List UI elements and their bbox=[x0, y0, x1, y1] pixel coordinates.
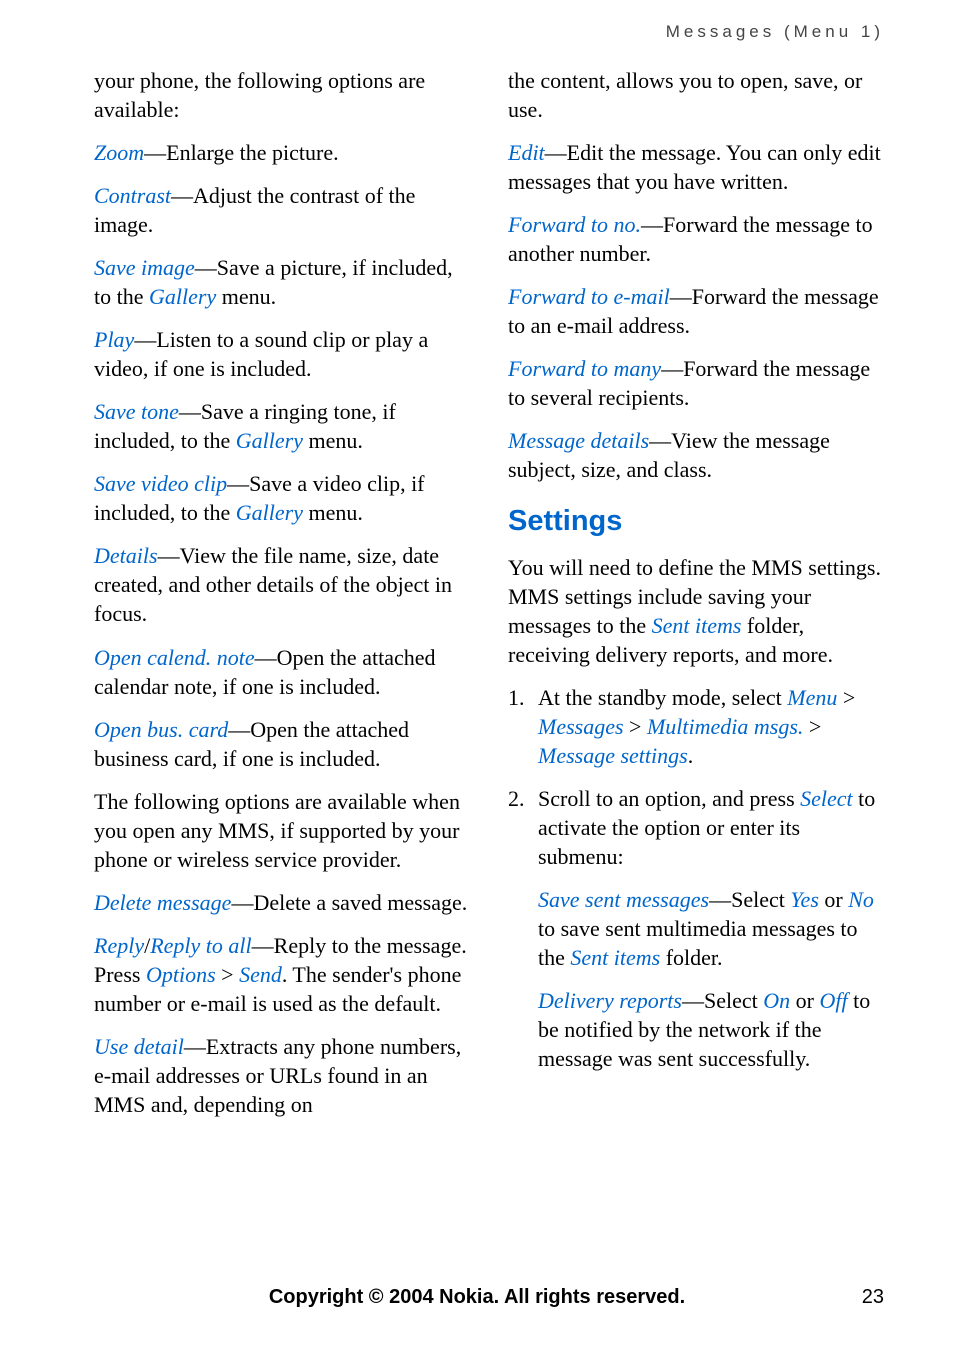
item-save-sent-messages: Save sent messages—Select Yes or No to s… bbox=[508, 885, 884, 972]
term-message-settings: Message settings bbox=[538, 743, 688, 768]
item-message-details: Message details—View the message subject… bbox=[508, 426, 884, 484]
term-open-bus-card: Open bus. card bbox=[94, 717, 228, 742]
term-open-calend-note: Open calend. note bbox=[94, 645, 255, 670]
term-use-detail: Use detail bbox=[94, 1034, 184, 1059]
item-save-tone: Save tone—Save a ringing tone, if includ… bbox=[94, 397, 470, 455]
item-save-image: Save image—Save a picture, if included, … bbox=[94, 253, 470, 311]
step-2: 2.Scroll to an option, and press Select … bbox=[508, 784, 884, 871]
intro-text: your phone, the following options are av… bbox=[94, 66, 470, 124]
term-options: Options bbox=[146, 962, 216, 987]
right-column: the content, allows you to open, save, o… bbox=[508, 66, 884, 1133]
term-messages: Messages bbox=[538, 714, 624, 739]
term-play: Play bbox=[94, 327, 134, 352]
term-gallery: Gallery bbox=[236, 500, 303, 525]
page-header: Messages (Menu 1) bbox=[94, 22, 884, 42]
following-options: The following options are available when… bbox=[94, 787, 470, 874]
term-delete-message: Delete message bbox=[94, 890, 231, 915]
term-reply: Reply bbox=[94, 933, 144, 958]
term-off: Off bbox=[819, 988, 847, 1013]
term-details: Details bbox=[94, 543, 158, 568]
term-gallery: Gallery bbox=[149, 284, 216, 309]
item-forward-to-many: Forward to many—Forward the message to s… bbox=[508, 354, 884, 412]
term-edit: Edit bbox=[508, 140, 545, 165]
term-send: Send bbox=[239, 962, 282, 987]
item-details: Details—View the file name, size, date c… bbox=[94, 541, 470, 628]
item-open-bus-card: Open bus. card—Open the attached busines… bbox=[94, 715, 470, 773]
item-use-detail: Use detail—Extracts any phone numbers, e… bbox=[94, 1032, 470, 1119]
item-delivery-reports: Delivery reports—Select On or Off to be … bbox=[508, 986, 884, 1073]
term-reply-to-all: Reply to all bbox=[150, 933, 251, 958]
item-reply: Reply/Reply to all—Reply to the message.… bbox=[94, 931, 470, 1018]
term-no: No bbox=[848, 887, 874, 912]
term-menu: Menu bbox=[787, 685, 837, 710]
term-zoom: Zoom bbox=[94, 140, 144, 165]
settings-heading: Settings bbox=[508, 502, 884, 540]
term-yes: Yes bbox=[790, 887, 819, 912]
term-save-tone: Save tone bbox=[94, 399, 179, 424]
item-forward-to-no: Forward to no.—Forward the message to an… bbox=[508, 210, 884, 268]
term-multimedia-msgs: Multimedia msgs. bbox=[647, 714, 803, 739]
term-contrast: Contrast bbox=[94, 183, 171, 208]
term-save-video-clip: Save video clip bbox=[94, 471, 227, 496]
term-sent-items: Sent items bbox=[570, 945, 660, 970]
copyright-footer: Copyright © 2004 Nokia. All rights reser… bbox=[0, 1286, 954, 1309]
settings-intro: You will need to define the MMS settings… bbox=[508, 553, 884, 669]
term-message-details: Message details bbox=[508, 428, 649, 453]
item-zoom: Zoom—Enlarge the picture. bbox=[94, 138, 470, 167]
item-save-video: Save video clip—Save a video clip, if in… bbox=[94, 469, 470, 527]
term-select: Select bbox=[800, 786, 853, 811]
term-sent-items: Sent items bbox=[652, 613, 742, 638]
term-forward-to-many: Forward to many bbox=[508, 356, 661, 381]
item-forward-to-email: Forward to e-mail—Forward the message to… bbox=[508, 282, 884, 340]
item-delete-message: Delete message—Delete a saved message. bbox=[94, 888, 470, 917]
term-delivery-reports: Delivery reports bbox=[538, 988, 682, 1013]
term-forward-to-email: Forward to e-mail bbox=[508, 284, 670, 309]
left-column: your phone, the following options are av… bbox=[94, 66, 470, 1133]
cont-text: the content, allows you to open, save, o… bbox=[508, 66, 884, 124]
term-save-image: Save image bbox=[94, 255, 195, 280]
term-save-sent-messages: Save sent messages bbox=[538, 887, 709, 912]
item-contrast: Contrast—Adjust the contrast of the imag… bbox=[94, 181, 470, 239]
term-forward-to-no: Forward to no. bbox=[508, 212, 641, 237]
item-play: Play—Listen to a sound clip or play a vi… bbox=[94, 325, 470, 383]
item-edit: Edit—Edit the message. You can only edit… bbox=[508, 138, 884, 196]
term-on: On bbox=[763, 988, 790, 1013]
page-number: 23 bbox=[862, 1286, 884, 1309]
step-1: 1.At the standby mode, select Menu > Mes… bbox=[508, 683, 884, 770]
term-gallery: Gallery bbox=[236, 428, 303, 453]
item-open-calend: Open calend. note—Open the attached cale… bbox=[94, 643, 470, 701]
